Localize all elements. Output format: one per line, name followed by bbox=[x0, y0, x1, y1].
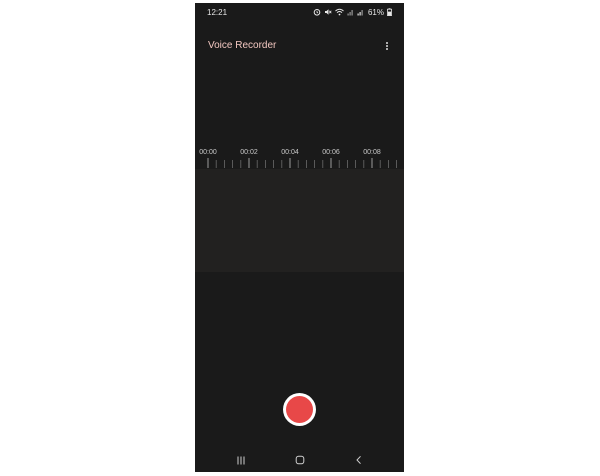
back-icon bbox=[356, 455, 361, 465]
navigation-bar bbox=[195, 449, 404, 472]
status-bar: 12:21 61% bbox=[195, 3, 404, 23]
recording-timeline: 00:00 00:02 00:04 00:06 00:08 bbox=[195, 141, 404, 169]
battery-icon bbox=[387, 8, 392, 16]
timeline-ticks bbox=[207, 158, 398, 168]
phone-screen: 12:21 61% Voice Recorder 00:00 00:02 00:… bbox=[195, 3, 404, 472]
alarm-icon bbox=[313, 8, 321, 16]
mute-icon bbox=[324, 8, 332, 16]
record-button[interactable] bbox=[283, 393, 316, 426]
battery-percentage: 61% bbox=[367, 7, 384, 17]
more-vert-icon bbox=[386, 41, 388, 44]
recent-apps-button[interactable] bbox=[233, 453, 249, 467]
status-icons: 61% bbox=[313, 7, 392, 17]
waveform-area bbox=[195, 169, 404, 272]
status-time: 12:21 bbox=[207, 8, 228, 17]
home-button[interactable] bbox=[292, 453, 308, 467]
recent-apps-icon bbox=[237, 456, 245, 464]
record-icon bbox=[286, 396, 313, 423]
signal-icon bbox=[347, 8, 354, 16]
more-options-button[interactable] bbox=[382, 39, 392, 53]
home-icon bbox=[295, 455, 305, 465]
back-button[interactable] bbox=[351, 453, 367, 467]
more-vert-icon-dot bbox=[386, 45, 388, 47]
signal-icon bbox=[357, 8, 364, 16]
more-vert-icon-dot bbox=[386, 48, 388, 51]
app-title: Voice Recorder bbox=[208, 40, 277, 51]
wifi-icon bbox=[335, 8, 344, 16]
